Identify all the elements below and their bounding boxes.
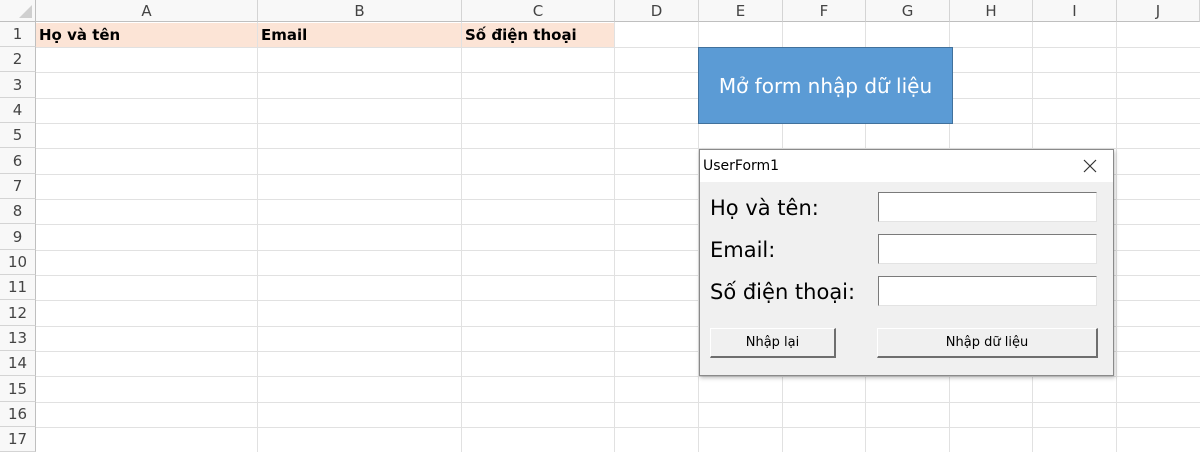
userform-dialog: UserForm1 Họ và tên: Email: Số điện thoạ…: [699, 149, 1114, 376]
row-header-7[interactable]: 7: [0, 174, 36, 199]
row-header-14[interactable]: 14: [0, 351, 36, 376]
open-form-button[interactable]: Mở form nhập dữ liệu: [698, 47, 953, 124]
column-header-b[interactable]: B: [258, 0, 462, 22]
gridline: [36, 123, 1200, 124]
gridline: [36, 376, 1200, 377]
row-header-8[interactable]: 8: [0, 199, 36, 224]
gridline: [36, 98, 1200, 99]
email-label: Email:: [710, 238, 776, 262]
column-header-d[interactable]: D: [615, 0, 699, 22]
column-header-g[interactable]: G: [866, 0, 950, 22]
row-header-12[interactable]: 12: [0, 300, 36, 326]
gridline: [1116, 22, 1117, 452]
row-header-10[interactable]: 10: [0, 250, 36, 275]
row-header-13[interactable]: 13: [0, 326, 36, 351]
row-header-15[interactable]: 15: [0, 376, 36, 402]
gridline: [614, 22, 615, 452]
gridline: [36, 47, 1200, 48]
reset-button[interactable]: Nhập lại: [710, 328, 836, 358]
phone-input[interactable]: [878, 276, 1097, 306]
row-header-2[interactable]: 2: [0, 47, 36, 72]
close-icon: [1083, 159, 1097, 173]
email-input[interactable]: [878, 234, 1097, 264]
gridline: [257, 22, 258, 452]
select-all-corner[interactable]: [0, 0, 36, 22]
column-header-e[interactable]: E: [699, 0, 783, 22]
cell-a1[interactable]: Họ và tên: [36, 23, 258, 47]
row-header-4[interactable]: 4: [0, 98, 36, 123]
cell-c1[interactable]: Số điện thoại: [462, 23, 615, 47]
gridline: [36, 427, 1200, 428]
gridline: [36, 72, 1200, 73]
column-header-a[interactable]: A: [36, 0, 258, 22]
row-header-17[interactable]: 17: [0, 427, 36, 452]
row-header-3[interactable]: 3: [0, 72, 36, 98]
row-header-6[interactable]: 6: [0, 148, 36, 174]
full-name-input[interactable]: [878, 192, 1097, 222]
column-header-h[interactable]: H: [950, 0, 1033, 22]
row-header-11[interactable]: 11: [0, 275, 36, 300]
phone-label: Số điện thoại:: [710, 280, 856, 304]
full-name-label: Họ và tên:: [710, 196, 819, 220]
column-header-j[interactable]: J: [1117, 0, 1200, 22]
userform-titlebar[interactable]: UserForm1: [700, 150, 1113, 182]
submit-button[interactable]: Nhập dữ liệu: [877, 328, 1098, 358]
row-header-5[interactable]: 5: [0, 123, 36, 148]
column-header-f[interactable]: F: [783, 0, 866, 22]
row-header-9[interactable]: 9: [0, 224, 36, 250]
column-header-i[interactable]: I: [1033, 0, 1117, 22]
row-header-16[interactable]: 16: [0, 402, 36, 427]
gridline: [36, 402, 1200, 403]
column-header-c[interactable]: C: [462, 0, 615, 22]
close-button[interactable]: [1067, 150, 1113, 182]
row-header-1[interactable]: 1: [0, 22, 36, 47]
userform-title: UserForm1: [703, 158, 780, 174]
cell-b1[interactable]: Email: [258, 23, 462, 47]
gridline: [461, 22, 462, 452]
